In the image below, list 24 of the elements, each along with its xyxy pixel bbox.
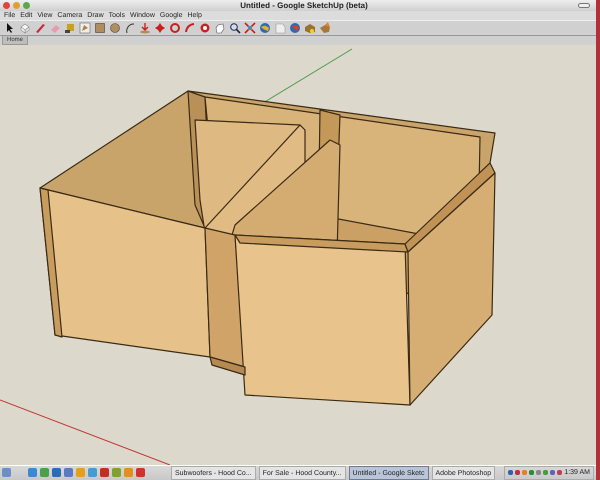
close-button[interactable] <box>3 2 10 9</box>
zoom-extents-icon[interactable] <box>244 22 256 34</box>
paint-bucket-icon[interactable] <box>79 22 91 34</box>
follow-me-icon[interactable] <box>184 22 196 34</box>
search-icon[interactable] <box>229 22 241 34</box>
rotate-icon[interactable] <box>169 22 181 34</box>
arc-icon[interactable] <box>124 22 136 34</box>
minimize-button[interactable] <box>13 2 20 9</box>
globe-icon[interactable] <box>289 22 301 34</box>
window-title: Untitled - Google SketchUp (beta) <box>239 0 369 11</box>
select-arrow-icon[interactable] <box>4 22 16 34</box>
toolbar-toggle-button[interactable] <box>578 3 590 8</box>
tape-measure-icon[interactable] <box>64 22 76 34</box>
rectangle-icon[interactable] <box>94 22 106 34</box>
pencil-icon[interactable] <box>34 22 46 34</box>
move-icon[interactable] <box>154 22 166 34</box>
push-pull-icon[interactable] <box>139 22 151 34</box>
box-icon[interactable] <box>304 22 316 34</box>
orbit-icon[interactable] <box>199 22 211 34</box>
box-icon[interactable] <box>319 22 331 34</box>
zoom-button[interactable] <box>23 2 30 9</box>
document-icon[interactable] <box>274 22 286 34</box>
globe-icon[interactable] <box>259 22 271 34</box>
circle-icon[interactable] <box>109 22 121 34</box>
